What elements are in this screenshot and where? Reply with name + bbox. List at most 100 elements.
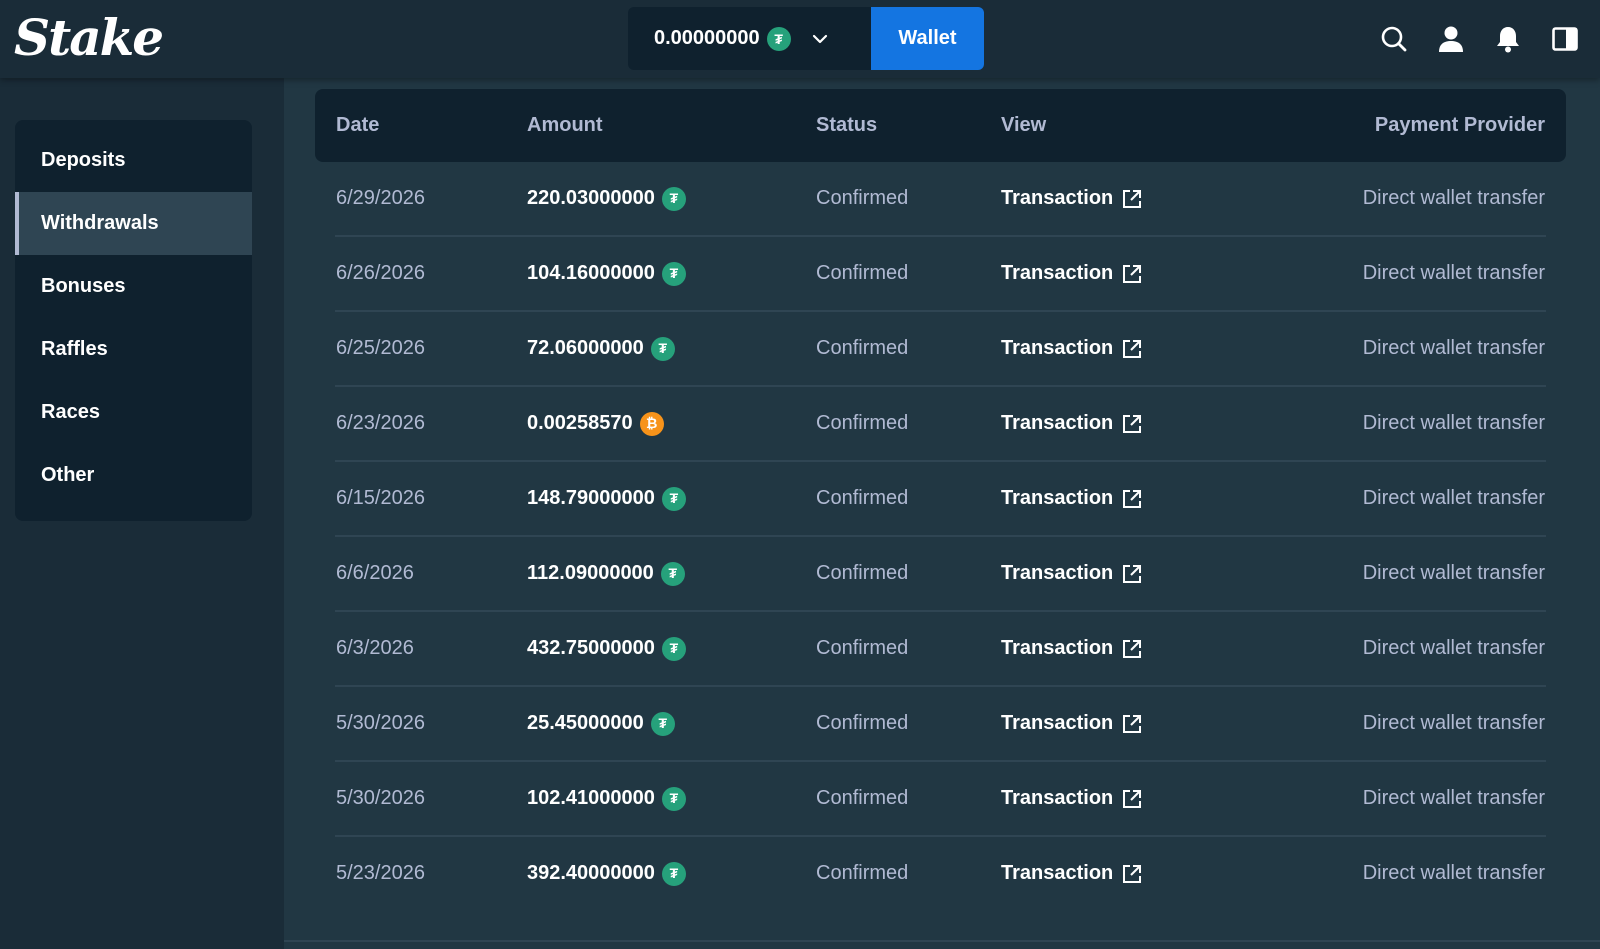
row-date: 5/30/2026 bbox=[336, 712, 425, 734]
row-date: 6/23/2026 bbox=[336, 412, 425, 434]
row-amount: 112.09000000 ₮ bbox=[527, 537, 685, 610]
usdt-coin-icon: ₮ bbox=[661, 186, 686, 211]
transaction-link[interactable]: Transaction bbox=[1001, 462, 1143, 535]
row-amount: 102.41000000 ₮ bbox=[527, 762, 686, 835]
row-status: Confirmed bbox=[816, 187, 909, 209]
transaction-link[interactable]: Transaction bbox=[1001, 687, 1143, 760]
sidebar-item-withdrawals[interactable]: Withdrawals bbox=[15, 192, 252, 255]
row-payment-provider: Direct wallet transfer bbox=[1362, 487, 1545, 509]
bell-icon[interactable] bbox=[1493, 24, 1523, 54]
transaction-link[interactable]: Transaction bbox=[1001, 837, 1143, 910]
row-amount: 72.06000000 ₮ bbox=[527, 312, 675, 385]
transaction-link-label: Transaction bbox=[1001, 637, 1114, 659]
transaction-link[interactable]: Transaction bbox=[1001, 162, 1143, 235]
amount-value: 220.03000000 bbox=[527, 187, 655, 209]
amount-value: 112.09000000 bbox=[527, 562, 654, 584]
row-date: 6/6/2026 bbox=[336, 562, 414, 584]
row-payment-provider: Direct wallet transfer bbox=[1362, 562, 1545, 584]
row-status: Confirmed bbox=[816, 787, 909, 809]
row-payment-provider: Direct wallet transfer bbox=[1362, 412, 1545, 434]
sidebar-item-other[interactable]: Other bbox=[15, 444, 252, 507]
row-amount: 104.16000000 ₮ bbox=[527, 237, 686, 310]
amount-value: 25.45000000 bbox=[527, 712, 644, 734]
external-link-icon bbox=[1123, 864, 1142, 883]
row-payment-provider: Direct wallet transfer bbox=[1362, 262, 1545, 284]
external-link-icon bbox=[1123, 789, 1142, 808]
balance-value: 0.00000000 bbox=[654, 27, 760, 49]
external-link-icon bbox=[1123, 489, 1142, 508]
row-amount: 220.03000000 ₮ bbox=[527, 162, 686, 235]
sidebar: Deposits Withdrawals Bonuses Raffles Rac… bbox=[0, 78, 284, 949]
external-link-icon bbox=[1123, 414, 1142, 433]
usdt-coin-icon: ₮ bbox=[661, 261, 686, 286]
transaction-link[interactable]: Transaction bbox=[1001, 237, 1143, 310]
transaction-link[interactable]: Transaction bbox=[1001, 387, 1143, 460]
user-icon[interactable] bbox=[1436, 24, 1466, 54]
row-status: Confirmed bbox=[816, 862, 909, 884]
usdt-coin-icon: ₮ bbox=[650, 336, 675, 361]
row-date: 5/30/2026 bbox=[336, 787, 425, 809]
sidebar-item-races[interactable]: Races bbox=[15, 381, 252, 444]
row-amount: 0.00258570 ₿ bbox=[527, 387, 664, 460]
row-payment-provider: Direct wallet transfer bbox=[1362, 712, 1545, 734]
stake-logo[interactable]: Stake bbox=[14, 8, 164, 68]
wallet-button[interactable]: Wallet bbox=[871, 7, 984, 70]
row-status: Confirmed bbox=[816, 337, 909, 359]
chevron-down-icon bbox=[812, 34, 827, 43]
transaction-link-label: Transaction bbox=[1001, 412, 1114, 434]
external-link-icon bbox=[1123, 564, 1142, 583]
row-date: 5/23/2026 bbox=[336, 862, 425, 884]
row-amount: 25.45000000 ₮ bbox=[527, 687, 675, 760]
column-header-amount: Amount bbox=[527, 114, 603, 136]
usdt-coin-icon: ₮ bbox=[661, 861, 686, 886]
usdt-coin-icon: ₮ bbox=[661, 636, 686, 661]
sidebar-item-raffles[interactable]: Raffles bbox=[15, 318, 252, 381]
row-date: 6/3/2026 bbox=[336, 637, 414, 659]
btc-coin-icon: ₿ bbox=[639, 411, 664, 436]
external-link-icon bbox=[1123, 264, 1142, 283]
sidebar-item-bonuses[interactable]: Bonuses bbox=[15, 255, 252, 318]
table-row: 6/25/2026 72.06000000 ₮ Confirmed Transactio… bbox=[335, 312, 1546, 387]
usdt-coin-icon: ₮ bbox=[766, 26, 791, 51]
search-icon[interactable] bbox=[1379, 24, 1409, 54]
transaction-link-label: Transaction bbox=[1001, 562, 1114, 584]
external-link-icon bbox=[1123, 714, 1142, 733]
column-header-date: Date bbox=[336, 114, 380, 136]
transactions-menu: Deposits Withdrawals Bonuses Raffles Rac… bbox=[15, 120, 252, 521]
transaction-link-label: Transaction bbox=[1001, 187, 1114, 209]
sidebar-item-deposits[interactable]: Deposits bbox=[15, 129, 252, 192]
row-amount: 148.79000000 ₮ bbox=[527, 462, 686, 535]
row-status: Confirmed bbox=[816, 262, 909, 284]
transaction-link[interactable]: Transaction bbox=[1001, 312, 1143, 385]
amount-value: 0.00258570 bbox=[527, 412, 633, 434]
table-row: 6/23/2026 0.00258570 ₿ Confirmed Transaction… bbox=[335, 387, 1546, 462]
amount-value: 102.41000000 bbox=[527, 787, 655, 809]
row-status: Confirmed bbox=[816, 487, 909, 509]
transaction-link[interactable]: Transaction bbox=[1001, 612, 1143, 685]
amount-value: 104.16000000 bbox=[527, 262, 655, 284]
row-date: 6/29/2026 bbox=[336, 187, 425, 209]
transaction-link-label: Transaction bbox=[1001, 712, 1114, 734]
table-row: 5/23/2026 392.40000000 ₮ Confirmed Transacti… bbox=[335, 837, 1546, 912]
row-date: 6/25/2026 bbox=[336, 337, 425, 359]
transaction-link[interactable]: Transaction bbox=[1001, 762, 1143, 835]
withdrawals-table-body: 6/29/2026 220.03000000 ₮ Confirmed Transacti… bbox=[315, 162, 1566, 912]
table-header: Date Amount Status View Payment Provider bbox=[315, 89, 1566, 162]
row-amount: 432.75000000 ₮ bbox=[527, 612, 686, 685]
column-header-payment-provider: Payment Provider bbox=[1374, 114, 1545, 136]
row-status: Confirmed bbox=[816, 637, 909, 659]
sidebar-toggle-icon[interactable] bbox=[1550, 24, 1580, 54]
column-header-status: Status bbox=[816, 114, 878, 136]
amount-value: 432.75000000 bbox=[527, 637, 655, 659]
row-status: Confirmed bbox=[816, 412, 909, 434]
row-date: 6/26/2026 bbox=[336, 262, 425, 284]
amount-value: 72.06000000 bbox=[527, 337, 644, 359]
external-link-icon bbox=[1123, 189, 1142, 208]
balance-selector[interactable]: 0.00000000 ₮ bbox=[628, 7, 871, 70]
main-content: Date Amount Status View Payment Provider… bbox=[284, 78, 1600, 949]
table-row: 5/30/2026 25.45000000 ₮ Confirmed Transactio… bbox=[335, 687, 1546, 762]
amount-value: 148.79000000 bbox=[527, 487, 655, 509]
transaction-link-label: Transaction bbox=[1001, 262, 1114, 284]
transaction-link[interactable]: Transaction bbox=[1001, 537, 1143, 610]
row-status: Confirmed bbox=[816, 712, 909, 734]
